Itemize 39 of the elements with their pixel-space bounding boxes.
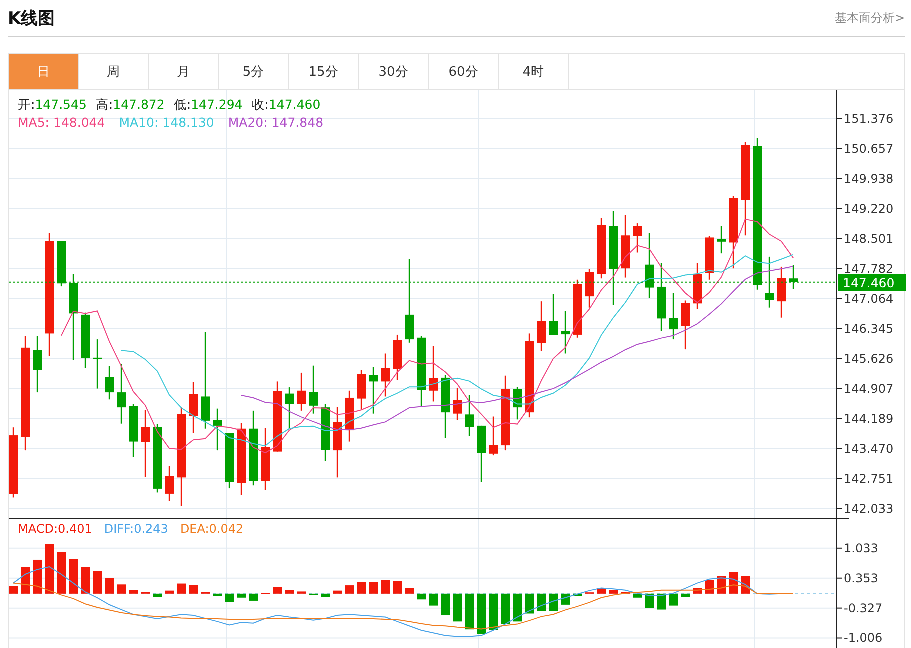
- price-axis-label: 142.033: [844, 502, 894, 516]
- price-axis-label: 151.376: [844, 112, 894, 126]
- legend-label: 低:: [174, 96, 192, 114]
- price-axis-label: 147.064: [844, 292, 894, 306]
- moving-average-legend: MA5:: [18, 114, 50, 132]
- price-axis-label: 143.470: [844, 442, 894, 456]
- legend-value: 147.294: [191, 96, 243, 114]
- ref-line-label: 147.460: [843, 275, 895, 290]
- moving-average-value: 148.044: [54, 114, 106, 132]
- page-title: K线图: [8, 8, 56, 30]
- moving-average-value: 147.848: [272, 114, 324, 132]
- price-axis-label: 150.657: [844, 142, 894, 156]
- moving-average-legend: MA10:: [119, 114, 159, 132]
- fundamental-analysis-link[interactable]: 基本面分析>: [834, 10, 905, 26]
- price-axis-label: 144.907: [844, 382, 894, 396]
- legend-label: 高:: [96, 96, 114, 114]
- price-axis-label: 147.782: [844, 262, 894, 276]
- macd-axis-label: -0.327: [844, 601, 883, 616]
- macd-axis-label: -1.006: [844, 631, 883, 646]
- legend-label: 收:: [252, 96, 269, 114]
- macd-legend: DIFF:0.243: [104, 522, 168, 536]
- price-axis-label: 148.501: [844, 232, 894, 246]
- moving-average-legend: MA20:: [228, 114, 268, 132]
- price-axis-label: 144.189: [844, 412, 894, 426]
- legend-label: 开:: [18, 96, 36, 114]
- price-axis-label: 145.626: [844, 352, 894, 366]
- macd-legend: MACD:0.401: [18, 522, 92, 536]
- price-axis-label: 146.345: [844, 322, 894, 336]
- macd-axis-label: 0.353: [844, 571, 878, 586]
- current-price-label: 147.460: [838, 274, 906, 292]
- macd-legend: DEA:0.042: [180, 522, 244, 536]
- legend-value: 147.872: [113, 96, 165, 114]
- legend-value: 147.545: [35, 96, 87, 114]
- moving-average-value: 148.130: [162, 114, 214, 132]
- price-axis-label: 149.220: [844, 202, 894, 216]
- macd-axis-label: 1.033: [844, 541, 878, 556]
- price-axis-label: 149.938: [844, 172, 894, 186]
- legend-value: 147.460: [268, 96, 321, 114]
- price-axis-label: 142.751: [844, 472, 894, 486]
